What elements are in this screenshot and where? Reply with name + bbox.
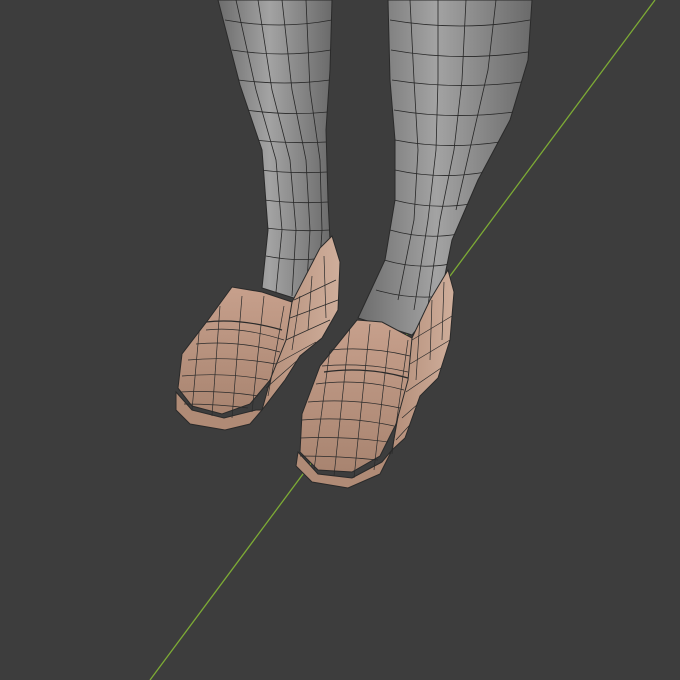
3d-viewport[interactable] <box>0 0 680 680</box>
viewport-canvas[interactable] <box>0 0 680 680</box>
left-leg-mesh[interactable] <box>217 0 333 301</box>
